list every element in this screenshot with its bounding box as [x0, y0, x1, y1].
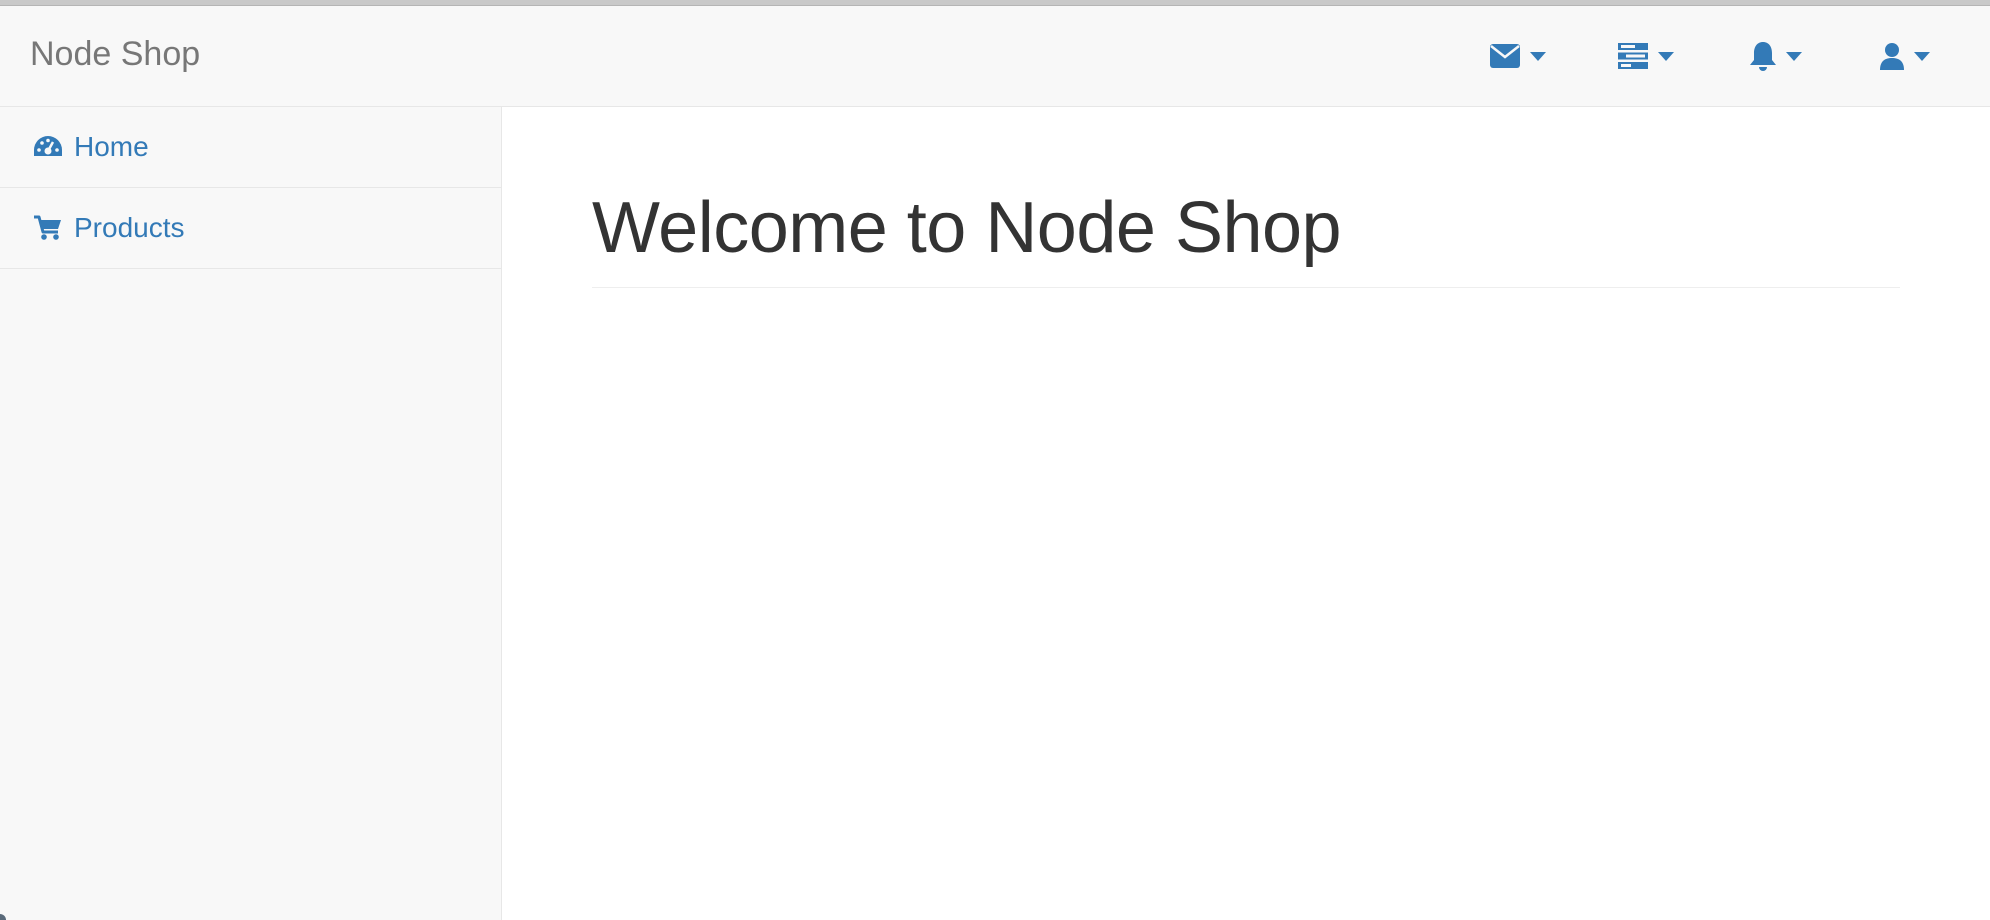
messages-dropdown-toggle[interactable] [1490, 40, 1546, 72]
top-navbar: Node Shop [0, 6, 1990, 107]
sidebar-item-home[interactable]: Home [0, 107, 501, 188]
main-content: Welcome to Node Shop [502, 107, 1990, 920]
tasks-dropdown-toggle[interactable] [1618, 40, 1674, 72]
sidebar-item-label: Home [74, 131, 149, 162]
chevron-down-icon [1914, 51, 1930, 61]
page-header: Welcome to Node Shop [592, 187, 1900, 288]
envelope-icon [1490, 44, 1520, 68]
sidebar-item-label: Products [74, 212, 185, 243]
brand-link[interactable]: Node Shop [30, 34, 200, 74]
page-title: Welcome to Node Shop [592, 188, 1342, 268]
bell-icon [1750, 41, 1776, 71]
sidebar-item-products[interactable]: Products [0, 188, 501, 269]
tasks-icon [1618, 43, 1648, 69]
user-dropdown-toggle[interactable] [1880, 40, 1930, 72]
shopping-cart-icon [33, 213, 63, 243]
chevron-down-icon [1658, 51, 1674, 61]
alerts-dropdown-toggle[interactable] [1750, 40, 1802, 72]
sidebar: Home Products [0, 107, 502, 920]
chevron-down-icon [1786, 51, 1802, 61]
user-icon [1880, 42, 1904, 70]
dashboard-icon [33, 132, 63, 162]
chevron-down-icon [1530, 51, 1546, 61]
